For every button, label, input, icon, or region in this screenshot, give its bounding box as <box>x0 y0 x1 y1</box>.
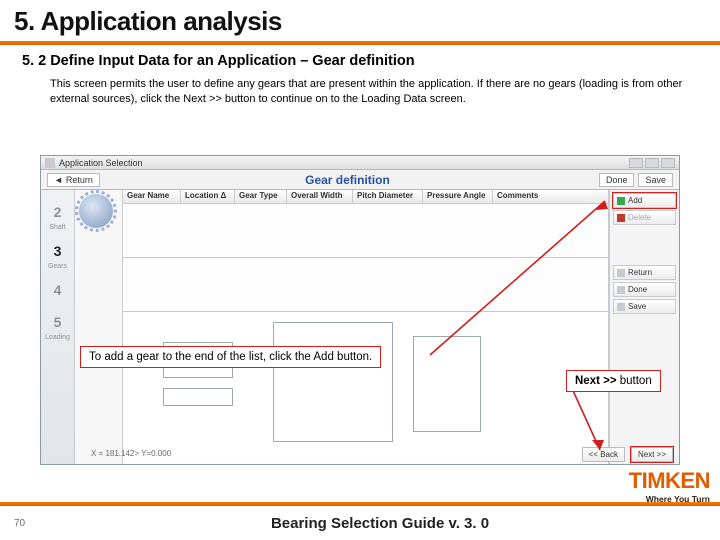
step-5[interactable]: 5 <box>54 314 62 330</box>
brand-block: TIMKEN Where You Turn <box>629 468 710 504</box>
arrow-to-add <box>420 195 620 365</box>
callout-next-bold: Next >> <box>575 375 620 387</box>
brand-logo: TIMKEN <box>629 468 710 494</box>
delete-label: Delete <box>628 213 651 222</box>
slide-body-text: This screen permits the user to define a… <box>0 75 720 113</box>
callout-next-rest: button <box>620 375 652 387</box>
app-icon <box>45 158 55 168</box>
col-gear-type[interactable]: Gear Type <box>235 190 287 203</box>
left-icon-column <box>75 190 123 464</box>
side-save-label: Save <box>628 302 646 311</box>
return-button[interactable]: ◄ Return <box>47 173 100 187</box>
col-gear-name[interactable]: Gear Name <box>123 190 181 203</box>
side-done-label: Done <box>628 285 647 294</box>
step-2-label: Shaft <box>49 224 65 231</box>
gear-icon <box>79 194 113 228</box>
status-coordinates: X = 181.142> Y=0.000 <box>91 449 171 458</box>
side-done-button[interactable]: Done <box>613 282 676 297</box>
delete-button[interactable]: Delete <box>613 210 676 225</box>
add-button[interactable]: Add <box>613 193 676 208</box>
minimize-button[interactable] <box>629 158 643 168</box>
return-label: Return <box>66 175 93 185</box>
slide-subhead: 5. 2 Define Input Data for an Applicatio… <box>0 51 720 75</box>
col-pitch-diameter[interactable]: Pitch Diameter <box>353 190 423 203</box>
side-save-button[interactable]: Save <box>613 299 676 314</box>
step-4[interactable]: 4 <box>54 282 62 298</box>
step-rail: 2 Shaft 3 Gears 4 5 Loading <box>41 190 75 464</box>
step-3-label: Gears <box>48 263 67 270</box>
close-button[interactable] <box>661 158 675 168</box>
diagram-box <box>273 322 393 442</box>
side-return-button[interactable]: Return <box>613 265 676 280</box>
panel-title: Gear definition <box>100 173 595 187</box>
window-titlebar: Application Selection <box>41 156 679 170</box>
step-5-label: Loading <box>45 334 70 341</box>
maximize-button[interactable] <box>645 158 659 168</box>
callout-nextbtn: Next >> button <box>566 370 661 392</box>
title-rule <box>0 41 720 45</box>
toolbar-done-button[interactable]: Done <box>599 173 635 187</box>
toolbar-save-button[interactable]: Save <box>638 173 673 187</box>
side-return-label: Return <box>628 268 652 277</box>
step-3[interactable]: 3 <box>54 243 62 259</box>
slide-footer: 70 Bearing Selection Guide v. 3. 0 <box>0 502 720 540</box>
diagram-box <box>163 388 233 406</box>
page-number: 70 <box>14 518 54 529</box>
footer-title: Bearing Selection Guide v. 3. 0 <box>54 515 706 532</box>
step-2[interactable]: 2 <box>54 204 62 220</box>
arrow-to-next <box>546 380 646 460</box>
col-overall-width[interactable]: Overall Width <box>287 190 353 203</box>
col-location[interactable]: Location Δ <box>181 190 235 203</box>
return-arrow-icon: ◄ <box>54 175 63 185</box>
add-label: Add <box>628 196 642 205</box>
window-title: Application Selection <box>59 158 143 168</box>
callout-add: To add a gear to the end of the list, cl… <box>80 346 381 368</box>
slide-title: 5. Application analysis <box>0 0 720 41</box>
app-toolbar: ◄ Return Gear definition Done Save <box>41 170 679 190</box>
